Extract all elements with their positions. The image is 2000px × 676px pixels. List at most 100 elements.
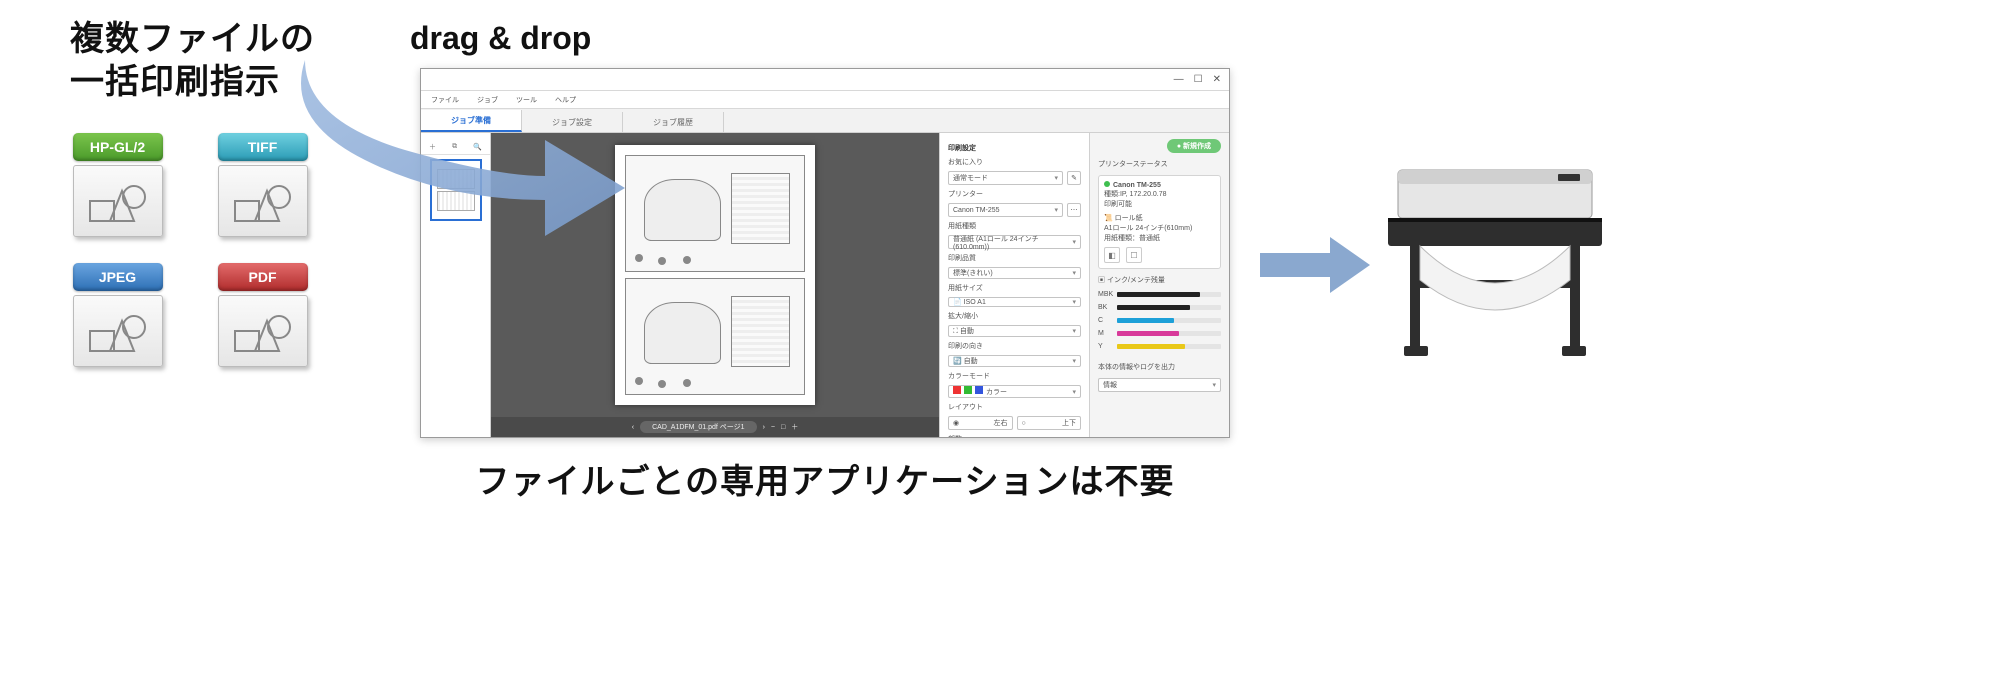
file-shapes-icon <box>233 309 293 354</box>
orient-select[interactable]: 🔄 自動▾ <box>948 355 1081 367</box>
file-body <box>218 295 308 367</box>
floorplan-2 <box>625 278 805 395</box>
status-icon-1[interactable]: ◧ <box>1104 247 1120 263</box>
tab-history[interactable]: ジョブ履歴 <box>623 112 724 132</box>
menu-file[interactable]: ファイル <box>431 95 459 105</box>
status-printer-state: 印刷可能 <box>1104 199 1215 209</box>
status-icon-2[interactable]: ☐ <box>1126 247 1142 263</box>
printer-icon <box>1380 130 1610 370</box>
canvas-filename: CAD_A1DFM_01.pdf ページ1 <box>640 421 756 433</box>
quality-label: 印刷品質 <box>948 253 1081 263</box>
file-body <box>73 165 163 237</box>
file-icon-jpeg[interactable]: JPEG <box>70 263 165 371</box>
size-select[interactable]: 📄 ISO A1▾ <box>948 297 1081 307</box>
window-maximize-icon[interactable]: ☐ <box>1194 74 1203 85</box>
zoom-fit-icon[interactable]: □ <box>781 424 785 431</box>
settings-title: 印刷設定 <box>948 143 1081 153</box>
preview-paper <box>615 145 815 405</box>
quality-value: 標準(きれい) <box>953 268 993 278</box>
thumbnail-sidebar: ＋ ⧉ 🔍 <box>421 133 491 437</box>
roll-type: 用紙種類：普通紙 <box>1104 233 1215 243</box>
thumbnail-selected[interactable] <box>430 159 482 221</box>
quality-select[interactable]: 標準(きれい)▾ <box>948 267 1081 279</box>
paper-select[interactable]: 普通紙 (A1ロール 24インチ(610.0mm))▾ <box>948 235 1081 249</box>
ink-row-c: C <box>1098 317 1221 324</box>
preview-canvas[interactable]: ‹ CAD_A1DFM_01.pdf ページ1 › − □ ＋ <box>491 133 939 437</box>
file-badge-jpeg: JPEG <box>73 263 163 291</box>
settings-panel: 印刷設定 お気に入り 通常モード▾ ✎ プリンター Canon TM-255▾ … <box>939 133 1089 437</box>
file-body <box>218 165 308 237</box>
output-arrow-icon <box>1260 235 1370 295</box>
zoom-in-icon[interactable]: ＋ <box>791 422 798 432</box>
orient-label: 印刷の向き <box>948 341 1081 351</box>
menubar: ファイル ジョブ ツール ヘルプ <box>421 91 1229 109</box>
printer-select[interactable]: Canon TM-255▾ <box>948 203 1063 217</box>
next-page-icon[interactable]: › <box>763 424 765 431</box>
color-select[interactable]: カラー▾ <box>948 385 1081 398</box>
window-titlebar: — ☐ ✕ <box>421 69 1229 91</box>
printer-status-card: Canon TM-255 種類:IP, 172.20.0.78 印刷可能 📜 ロ… <box>1098 175 1221 269</box>
ink-section-label: ▣ インク/メンテ残量 <box>1098 275 1221 285</box>
zoom-out-icon[interactable]: − <box>771 424 775 431</box>
file-badge-hpgl: HP-GL/2 <box>73 133 163 161</box>
drag-drop-label: drag & drop <box>410 20 591 57</box>
roll-size: A1ロール 24インチ(610mm) <box>1104 223 1215 233</box>
bottom-caption: ファイルごとの専用アプリケーションは不要 <box>420 454 1230 503</box>
printer-value: Canon TM-255 <box>953 207 1000 214</box>
paper-value: 普通紙 (A1ロール 24インチ(610.0mm)) <box>953 234 1072 251</box>
preset-label: お気に入り <box>948 157 1081 167</box>
status-printer-ip: 種類:IP, 172.20.0.78 <box>1104 189 1215 199</box>
ink-row-mbk: MBK <box>1098 291 1221 298</box>
copy-page-icon[interactable]: ⧉ <box>452 143 457 151</box>
preset-save-icon[interactable]: ✎ <box>1067 171 1081 185</box>
add-page-icon[interactable]: ＋ <box>429 142 436 152</box>
tab-settings[interactable]: ジョブ設定 <box>522 112 623 132</box>
app-window: — ☐ ✕ ファイル ジョブ ツール ヘルプ ジョブ準備 ジョブ設定 ジョブ履歴… <box>420 68 1230 438</box>
roll-label: 📜 ロール紙 <box>1104 213 1215 223</box>
file-icon-pdf[interactable]: PDF <box>215 263 310 371</box>
status-printer-name: Canon TM-255 <box>1113 182 1161 189</box>
orient-value: 自動 <box>964 358 978 365</box>
printer-label: プリンター <box>948 189 1081 199</box>
new-job-button[interactable]: ● 新規作成 <box>1167 139 1221 153</box>
prev-page-icon[interactable]: ‹ <box>632 424 634 431</box>
zoom-icon[interactable]: 🔍 <box>473 143 482 151</box>
headline-line2: 一括印刷指示 <box>70 63 280 101</box>
headline-line1: 複数ファイルの <box>70 20 315 58</box>
file-type-grid: HP-GL/2 TIFF JPEG <box>70 133 370 371</box>
thumbnail-preview <box>437 191 475 211</box>
printer-detail-icon[interactable]: ⋯ <box>1067 203 1081 217</box>
file-badge-pdf: PDF <box>218 263 308 291</box>
size-label: 用紙サイズ <box>948 283 1081 293</box>
ink-row-m: M <box>1098 330 1221 337</box>
menu-help[interactable]: ヘルプ <box>555 95 576 105</box>
canvas-footer: ‹ CAD_A1DFM_01.pdf ページ1 › − □ ＋ <box>491 417 939 437</box>
ink-row-bk: BK <box>1098 304 1221 311</box>
thumbnail-preview <box>437 169 475 189</box>
menu-tool[interactable]: ツール <box>516 95 537 105</box>
color-value: カラー <box>986 389 1007 396</box>
tab-prepare[interactable]: ジョブ準備 <box>421 110 522 132</box>
maint-select[interactable]: 情報▾ <box>1098 378 1221 392</box>
maint-label: 本体の情報やログを出力 <box>1098 362 1221 372</box>
menu-job[interactable]: ジョブ <box>477 95 498 105</box>
file-icon-hpgl[interactable]: HP-GL/2 <box>70 133 165 241</box>
file-body <box>73 295 163 367</box>
preset-value: 通常モード <box>953 173 988 183</box>
scale-select[interactable]: ⛶ 自動▾ <box>948 325 1081 337</box>
preset-select[interactable]: 通常モード▾ <box>948 171 1063 185</box>
window-minimize-icon[interactable]: — <box>1174 74 1184 85</box>
ink-row-y: Y <box>1098 343 1221 350</box>
paper-label: 用紙種類 <box>948 221 1081 231</box>
file-badge-tiff: TIFF <box>218 133 308 161</box>
copies-label: 部数 <box>948 434 1081 437</box>
layout-option-a[interactable]: ◉ 左右 <box>948 416 1013 430</box>
headline: 複数ファイルの 一括印刷指示 <box>70 18 370 103</box>
scale-label: 拡大/縮小 <box>948 311 1081 321</box>
file-icon-tiff[interactable]: TIFF <box>215 133 310 241</box>
layout-label: レイアウト <box>948 402 1081 412</box>
tabbar: ジョブ準備 ジョブ設定 ジョブ履歴 <box>421 109 1229 133</box>
layout-option-b[interactable]: ○ 上下 <box>1017 416 1082 430</box>
file-shapes-icon <box>233 179 293 224</box>
window-close-icon[interactable]: ✕ <box>1213 74 1221 85</box>
